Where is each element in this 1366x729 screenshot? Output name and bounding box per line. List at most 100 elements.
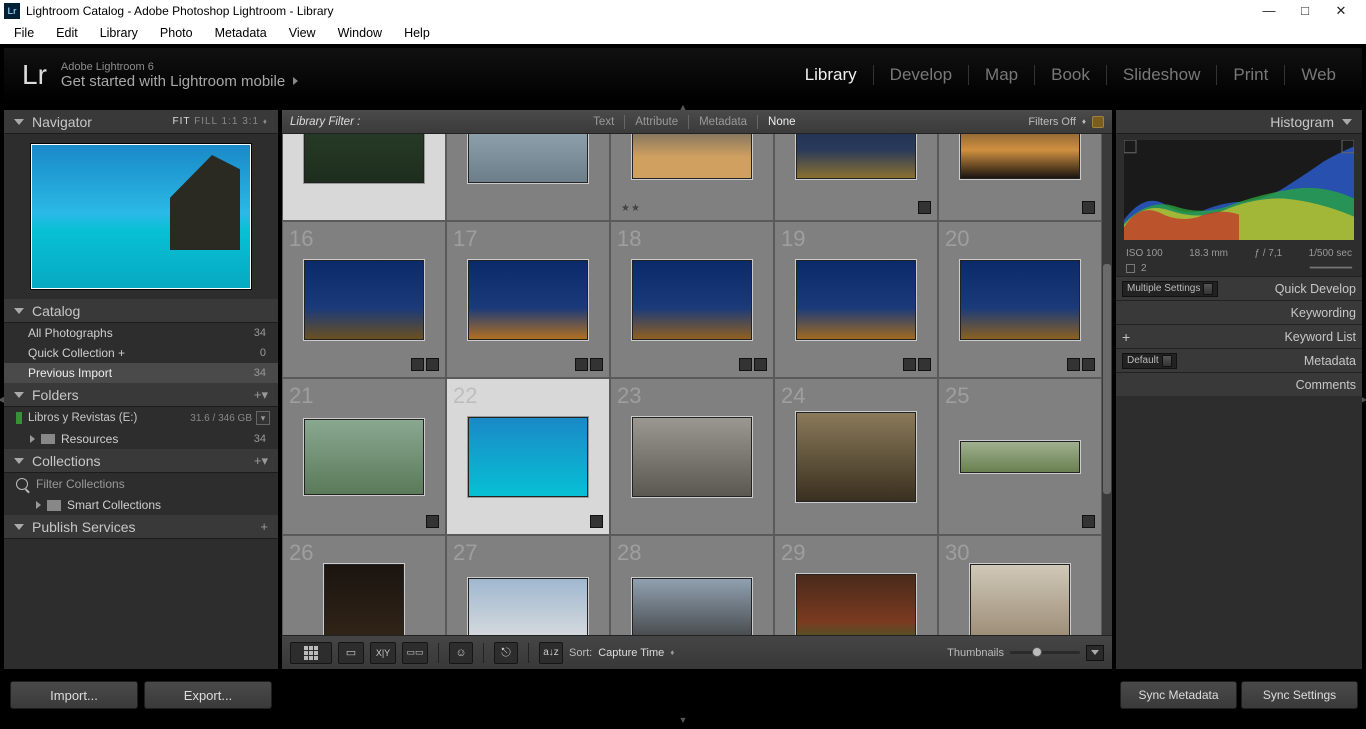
grid-cell[interactable]: 29 xyxy=(774,535,938,635)
grid-cell[interactable]: 16 xyxy=(282,221,446,378)
grid-cell[interactable]: 15 xyxy=(938,134,1102,221)
sort-direction[interactable]: a↓z xyxy=(539,642,563,664)
compare-view-button[interactable]: X|Y xyxy=(370,642,396,664)
grid-cell[interactable]: 13★★ xyxy=(610,134,774,221)
grid-cell[interactable]: 14 xyxy=(774,134,938,221)
sync-metadata-button[interactable]: Sync Metadata xyxy=(1120,681,1237,709)
window-minimize[interactable]: — xyxy=(1262,3,1276,19)
nav-zoom-fit[interactable]: FIT xyxy=(173,116,195,127)
volume-status-icon xyxy=(16,412,22,424)
menu-view[interactable]: View xyxy=(279,24,326,42)
histogram[interactable] xyxy=(1124,140,1354,240)
menu-edit[interactable]: Edit xyxy=(46,24,88,42)
filter-collections-input[interactable]: Filter Collections xyxy=(4,473,278,495)
thumbnail-slider-label: Thumbnails xyxy=(947,647,1004,659)
catalog-item[interactable]: All Photographs34 xyxy=(4,323,278,343)
module-book[interactable]: Book xyxy=(1051,65,1107,85)
window-close[interactable]: ✕ xyxy=(1334,3,1348,19)
metadata-preset[interactable]: Default xyxy=(1122,353,1177,369)
volume-options[interactable]: ▾ xyxy=(256,411,270,425)
grid-cell[interactable]: 17 xyxy=(446,221,610,378)
checkbox-icon[interactable] xyxy=(1126,264,1135,273)
histogram-header[interactable]: Histogram xyxy=(1116,110,1362,134)
window-titlebar: Lr Lightroom Catalog - Adobe Photoshop L… xyxy=(0,0,1366,22)
grid-cell[interactable]: 19 xyxy=(774,221,938,378)
grid-cell[interactable]: 22 xyxy=(446,378,610,535)
import-button[interactable]: Import... xyxy=(10,681,138,709)
module-bar: Lr Adobe Lightroom 6 Get started with Li… xyxy=(4,48,1362,102)
filter-tab-attribute[interactable]: Attribute xyxy=(627,114,686,130)
add-publish-button[interactable]: + xyxy=(260,519,268,534)
grid-cell[interactable]: 26 xyxy=(282,535,446,635)
grid-cell[interactable]: 21 xyxy=(282,378,446,535)
menu-help[interactable]: Help xyxy=(394,24,440,42)
sort-value[interactable]: Capture Time xyxy=(598,647,664,659)
chevron-right-icon xyxy=(293,77,298,85)
navigator-header[interactable]: Navigator FIT FILL 1:1 3:1 ♦ xyxy=(4,110,278,134)
grid-cell[interactable]: 28 xyxy=(610,535,774,635)
module-map[interactable]: Map xyxy=(985,65,1035,85)
folders-header[interactable]: Folders +▾ xyxy=(4,383,278,407)
keyword-list-header[interactable]: +Keyword List xyxy=(1116,324,1362,348)
export-button[interactable]: Export... xyxy=(144,681,272,709)
module-slideshow[interactable]: Slideshow xyxy=(1123,65,1218,85)
menu-photo[interactable]: Photo xyxy=(150,24,203,42)
grid-cell[interactable]: 30 xyxy=(938,535,1102,635)
menu-file[interactable]: File xyxy=(4,24,44,42)
nav-zoom-3:1[interactable]: 3:1 xyxy=(242,116,263,127)
menu-library[interactable]: Library xyxy=(90,24,148,42)
grid-cell[interactable]: 25 xyxy=(938,378,1102,535)
grid-cell[interactable]: 18 xyxy=(610,221,774,378)
add-folder-button[interactable]: +▾ xyxy=(254,387,268,403)
thumbnail-slider[interactable] xyxy=(1010,651,1080,654)
volume-size: 31.6 / 346 GB xyxy=(190,413,252,424)
filter-label: Library Filter : xyxy=(290,116,360,128)
comments-header[interactable]: Comments xyxy=(1116,372,1362,396)
filter-tab-metadata[interactable]: Metadata xyxy=(691,114,755,130)
nav-zoom-1:1[interactable]: 1:1 xyxy=(222,116,243,127)
module-library[interactable]: Library xyxy=(805,65,874,85)
metadata-header[interactable]: Default Metadata xyxy=(1116,348,1362,372)
menu-window[interactable]: Window xyxy=(328,24,392,42)
grid-scrollbar[interactable] xyxy=(1102,134,1112,635)
toolbar-menu[interactable] xyxy=(1086,645,1104,661)
collection-item[interactable]: Smart Collections xyxy=(4,495,278,515)
painter-tool[interactable]: ⎋ xyxy=(494,642,518,664)
folder-item[interactable]: Resources 34 xyxy=(4,429,278,449)
keywording-header[interactable]: Keywording xyxy=(1116,300,1362,324)
catalog-item[interactable]: Previous Import34 xyxy=(4,363,278,383)
loupe-view-button[interactable]: ▭ xyxy=(338,642,364,664)
window-maximize[interactable]: □ xyxy=(1298,3,1312,19)
sync-settings-button[interactable]: Sync Settings xyxy=(1241,681,1358,709)
grid-cell[interactable]: 20 xyxy=(938,221,1102,378)
filter-preset[interactable]: Filters Off xyxy=(1028,116,1075,128)
grid-view-button[interactable] xyxy=(290,642,332,664)
navigator-preview[interactable] xyxy=(4,134,278,299)
app-version: Adobe Lightroom 6 xyxy=(61,61,298,73)
catalog-header[interactable]: Catalog xyxy=(4,299,278,323)
filter-tab-none[interactable]: None xyxy=(760,114,804,130)
add-collection-button[interactable]: +▾ xyxy=(254,453,268,469)
module-web[interactable]: Web xyxy=(1301,65,1342,85)
lock-icon[interactable] xyxy=(1092,116,1104,128)
nav-zoom-fill[interactable]: FILL xyxy=(194,116,221,127)
quick-develop-header[interactable]: Multiple Settings Quick Develop xyxy=(1116,276,1362,300)
people-view-button[interactable]: ☺ xyxy=(449,642,473,664)
publish-header[interactable]: Publish Services + xyxy=(4,515,278,539)
module-develop[interactable]: Develop xyxy=(890,65,969,85)
volume-row[interactable]: Libros y Revistas (E:) 31.6 / 346 GB ▾ xyxy=(4,407,278,429)
grid-cell[interactable]: 23 xyxy=(610,378,774,535)
window-title: Lightroom Catalog - Adobe Photoshop Ligh… xyxy=(26,4,334,18)
quick-develop-preset[interactable]: Multiple Settings xyxy=(1122,281,1218,297)
grid-cell[interactable]: 11 xyxy=(282,134,446,221)
filter-tab-text[interactable]: Text xyxy=(585,114,622,130)
catalog-item[interactable]: Quick Collection +0 xyxy=(4,343,278,363)
module-print[interactable]: Print xyxy=(1233,65,1285,85)
menu-metadata[interactable]: Metadata xyxy=(205,24,277,42)
survey-view-button[interactable]: ▭▭ xyxy=(402,642,428,664)
grid-cell[interactable]: 24 xyxy=(774,378,938,535)
grid-cell[interactable]: 27 xyxy=(446,535,610,635)
mobile-link[interactable]: Get started with Lightroom mobile xyxy=(61,73,298,90)
collections-header[interactable]: Collections +▾ xyxy=(4,449,278,473)
grid-cell[interactable]: 12 xyxy=(446,134,610,221)
